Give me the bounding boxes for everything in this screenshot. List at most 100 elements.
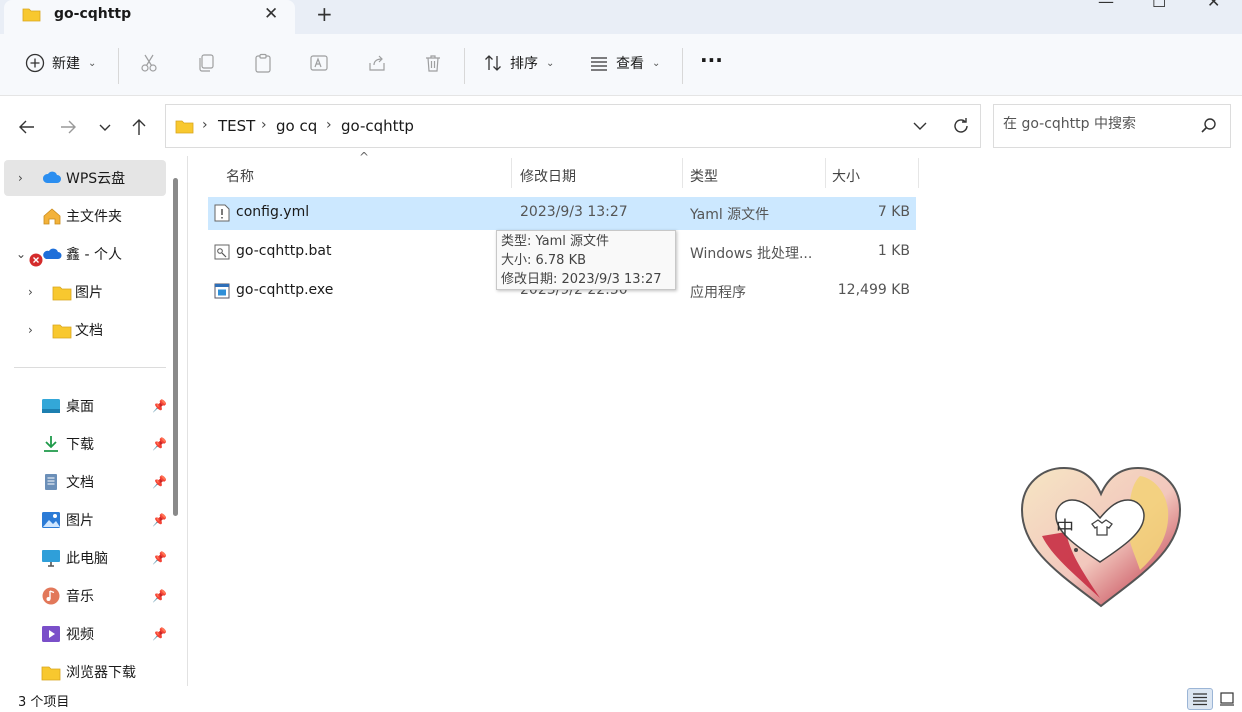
cut-button[interactable]	[138, 52, 160, 74]
sidebar-item-downloads[interactable]: 下载 📌	[4, 426, 167, 462]
chevron-down-icon: ⌄	[88, 57, 97, 69]
toolbar-divider	[464, 48, 465, 84]
chevron-right-icon: ›	[28, 285, 33, 299]
sidebar-item-wps-cloud[interactable]: › WPS云盘	[4, 160, 166, 196]
chevron-right-icon: ›	[28, 323, 33, 337]
new-tab-button[interactable]: +	[316, 2, 333, 26]
folder-icon	[175, 120, 194, 134]
tiles-view-icon	[1220, 692, 1234, 706]
pin-icon[interactable]: 📌	[152, 437, 167, 451]
delete-icon	[422, 52, 444, 74]
address-history-button[interactable]	[912, 118, 928, 138]
file-row[interactable]: config.yml 2023/9/3 13:27 Yaml 源文件 7 KB	[208, 197, 916, 230]
copy-button[interactable]	[195, 52, 217, 74]
column-header-size[interactable]: 大小	[832, 166, 860, 186]
download-icon	[44, 436, 58, 452]
sidebar-item-onedrive-documents[interactable]: › 文档	[4, 312, 166, 348]
more-icon: ···	[700, 48, 723, 72]
breadcrumb-go-cqhttp[interactable]: go-cqhttp	[341, 117, 414, 135]
sort-button[interactable]: 排序 ⌄	[482, 52, 554, 74]
file-size: 12,499 KB	[837, 282, 910, 298]
sort-icon	[482, 52, 504, 74]
rename-icon	[308, 52, 330, 74]
more-options-button[interactable]: ···	[700, 48, 723, 72]
sync-error-icon	[29, 253, 43, 267]
close-window-button[interactable]: ✕	[1207, 0, 1220, 11]
pin-icon[interactable]: 📌	[152, 551, 167, 565]
sidebar-item-desktop[interactable]: 桌面 📌	[4, 388, 167, 424]
delete-button[interactable]	[422, 52, 444, 74]
video-icon	[42, 626, 60, 642]
maximize-button[interactable]: ☐	[1152, 0, 1166, 11]
sidebar-divider	[14, 367, 166, 368]
sidebar-item-label: 主文件夹	[66, 209, 122, 225]
breadcrumb-go-cq[interactable]: go cq	[276, 117, 317, 135]
toolbar-divider	[118, 48, 119, 84]
tooltip-type: 类型: Yaml 源文件	[501, 234, 610, 249]
file-name: go-cqhttp.exe	[236, 282, 334, 298]
sidebar-item-label: 鑫 - 个人	[66, 247, 122, 263]
sidebar-item-browser-downloads[interactable]: 浏览器下载	[4, 654, 166, 690]
back-button[interactable]	[16, 116, 38, 138]
column-header-date[interactable]: 修改日期	[520, 166, 576, 186]
pin-icon[interactable]: 📌	[152, 475, 167, 489]
share-button[interactable]	[366, 52, 388, 74]
recent-locations-button[interactable]	[94, 116, 116, 138]
view-button[interactable]: 查看 ⌄	[588, 52, 660, 74]
refresh-button[interactable]	[951, 116, 971, 140]
pin-icon[interactable]: 📌	[152, 627, 167, 641]
chevron-down-icon: ⌄	[16, 247, 27, 261]
sidebar-item-onedrive-personal[interactable]: ⌄ 鑫 - 个人	[4, 236, 166, 272]
breadcrumb-separator: ›	[202, 117, 208, 133]
sidebar-item-onedrive-pictures[interactable]: › 图片	[4, 274, 166, 310]
refresh-icon	[954, 118, 968, 133]
search-icon[interactable]	[1200, 117, 1218, 139]
details-view-button[interactable]	[1187, 688, 1213, 710]
forward-button[interactable]	[57, 116, 79, 138]
desktop-icon	[42, 399, 60, 413]
paste-button[interactable]	[252, 52, 274, 74]
batch-file-icon	[214, 244, 230, 260]
copy-icon	[195, 52, 217, 74]
chevron-down-icon	[99, 124, 111, 131]
pin-icon[interactable]: 📌	[152, 399, 167, 413]
column-divider[interactable]	[918, 158, 919, 188]
sidebar-item-label: 音乐	[66, 589, 94, 605]
sidebar-item-pictures[interactable]: 图片 📌	[4, 502, 167, 538]
sidebar-item-home[interactable]: 主文件夹	[4, 198, 166, 234]
tab-go-cqhttp[interactable]: go-cqhttp ✕	[4, 0, 295, 34]
tab-title: go-cqhttp	[54, 6, 132, 22]
breadcrumb-separator: ›	[326, 117, 332, 133]
minimize-button[interactable]: —	[1098, 0, 1114, 11]
heart-sticker-image: 中	[1020, 466, 1182, 608]
up-button[interactable]	[128, 116, 150, 138]
pane-divider[interactable]	[187, 156, 188, 686]
column-header-type[interactable]: 类型	[690, 166, 718, 186]
pin-icon[interactable]: 📌	[152, 589, 167, 603]
file-name: go-cqhttp.bat	[236, 243, 332, 259]
sidebar-item-music[interactable]: 音乐 📌	[4, 578, 167, 614]
chevron-down-icon: ⌄	[652, 57, 661, 69]
search-input[interactable]	[1003, 116, 1193, 132]
address-bar[interactable]: › TEST › go cq › go-cqhttp	[165, 104, 981, 148]
column-divider[interactable]	[511, 158, 512, 188]
rename-button[interactable]	[308, 52, 330, 74]
sticker-character: 中	[1056, 518, 1074, 539]
paste-icon	[252, 52, 274, 74]
pin-icon[interactable]: 📌	[152, 513, 167, 527]
sidebar-item-videos[interactable]: 视频 📌	[4, 616, 167, 652]
column-divider[interactable]	[825, 158, 826, 188]
breadcrumb-test[interactable]: TEST	[218, 117, 255, 135]
sidebar-scrollbar[interactable]	[173, 178, 178, 516]
column-header-name[interactable]: 名称	[226, 166, 254, 186]
sidebar-item-label: 图片	[75, 285, 103, 301]
column-divider[interactable]	[682, 158, 683, 188]
large-icons-view-button[interactable]	[1214, 688, 1240, 710]
item-count: 3 个项目	[18, 695, 70, 710]
sidebar-item-documents[interactable]: 文档 📌	[4, 464, 167, 500]
new-button[interactable]: 新建 ⌄	[24, 52, 96, 74]
folder-icon	[52, 286, 72, 301]
sidebar-item-this-pc[interactable]: 此电脑 📌	[4, 540, 167, 576]
search-box[interactable]	[993, 104, 1231, 148]
tab-close-icon[interactable]: ✕	[264, 4, 278, 24]
